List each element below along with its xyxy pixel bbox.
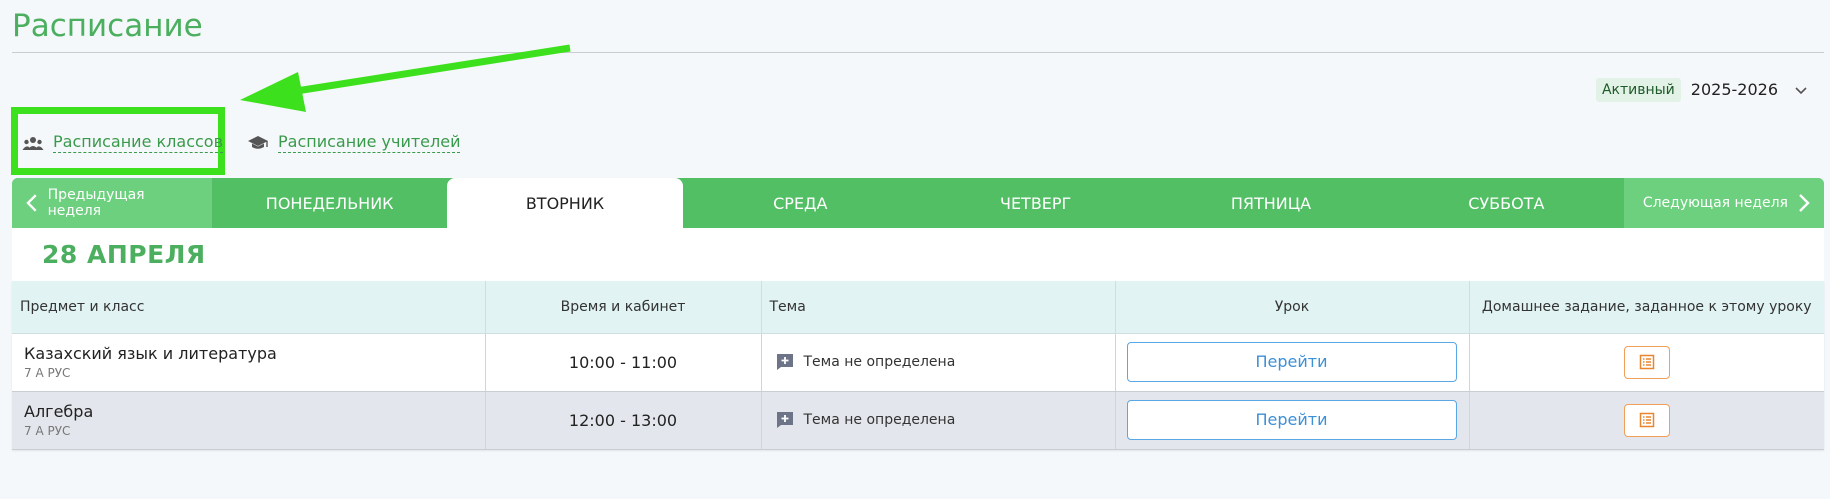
subject-name: Казахский язык и литература	[24, 344, 277, 363]
tab-friday[interactable]: ПЯТНИЦА	[1153, 178, 1388, 228]
subject-cell: Алгебра 7 А РУС	[12, 391, 486, 450]
column-header-subject: Предмет и класс	[12, 281, 486, 334]
homework-button[interactable]	[1623, 403, 1670, 437]
column-header-topic: Тема	[761, 281, 1116, 334]
next-week-button[interactable]: Следующая неделя	[1623, 178, 1824, 228]
tab-class-schedule[interactable]: Расписание классов	[22, 132, 224, 153]
table-row: Казахский язык и литература 7 А РУС 10:0…	[12, 333, 1824, 392]
chevron-down-icon[interactable]	[1794, 83, 1808, 97]
next-week-label: Следующая неделя	[1642, 195, 1788, 211]
time-cell: 10:00 - 11:00	[485, 333, 762, 392]
day-navigation-bar: Предыдущая неделя ПОНЕДЕЛЬНИК ВТОРНИК СР…	[12, 178, 1824, 228]
tab-teacher-schedule-label: Расписание учителей	[278, 132, 461, 153]
topic-text: Тема не определена	[803, 354, 956, 370]
tab-wednesday[interactable]: СРЕДА	[683, 178, 918, 228]
previous-week-button[interactable]: Предыдущая неделя	[12, 178, 212, 228]
tab-tuesday[interactable]: ВТОРНИК	[447, 178, 683, 228]
column-header-lesson: Урок	[1115, 281, 1470, 334]
tab-teacher-schedule[interactable]: Расписание учителей	[247, 132, 461, 153]
chevron-left-icon	[26, 194, 37, 212]
column-header-time: Время и кабинет	[485, 281, 762, 334]
year-selector[interactable]: Активный 2025-2026	[1595, 77, 1808, 102]
go-to-lesson-button[interactable]: Перейти	[1126, 400, 1457, 440]
topic-cell: Тема не определена	[761, 333, 1116, 392]
view-tabs: Расписание классов Расписание учителей	[22, 132, 484, 153]
homework-button[interactable]	[1623, 345, 1670, 379]
class-name: 7 А РУС	[24, 366, 71, 380]
year-value: 2025-2026	[1690, 80, 1778, 99]
annotation-arrow	[240, 44, 571, 112]
schedule-table: Предмет и класс Время и кабинет Тема Уро…	[12, 281, 1824, 450]
column-header-homework: Домашнее задание, заданное к этому уроку	[1469, 281, 1824, 334]
previous-week-label: Предыдущая неделя	[47, 187, 145, 219]
table-header-row: Предмет и класс Время и кабинет Тема Уро…	[12, 281, 1824, 334]
list-icon	[1639, 354, 1654, 370]
add-comment-icon[interactable]	[776, 353, 794, 371]
graduation-cap-icon	[248, 135, 269, 149]
topic-text: Тема не определена	[803, 412, 956, 428]
subject-name: Алгебра	[24, 402, 94, 421]
time-cell: 12:00 - 13:00	[485, 391, 762, 450]
add-comment-icon[interactable]	[776, 411, 794, 429]
tab-monday[interactable]: ПОНЕДЕЛЬНИК	[212, 178, 447, 228]
class-name: 7 А РУС	[24, 424, 71, 438]
homework-cell	[1469, 391, 1824, 450]
lesson-cell: Перейти	[1115, 333, 1470, 392]
homework-cell	[1469, 333, 1824, 392]
topic-cell: Тема не определена	[761, 391, 1116, 450]
date-label: 28 АПРЕЛЯ	[42, 240, 206, 269]
subject-cell: Казахский язык и литература 7 А РУС	[12, 333, 486, 392]
status-badge: Активный	[1595, 77, 1681, 102]
list-icon	[1639, 412, 1654, 428]
lesson-cell: Перейти	[1115, 391, 1470, 450]
go-to-lesson-button[interactable]: Перейти	[1126, 342, 1457, 382]
tab-thursday[interactable]: ЧЕТВЕРГ	[918, 178, 1153, 228]
page-title: Расписание	[12, 8, 203, 44]
table-row: Алгебра 7 А РУС 12:00 - 13:00 Тема не оп…	[12, 391, 1824, 450]
tab-class-schedule-label: Расписание классов	[53, 132, 224, 153]
users-icon	[22, 136, 44, 150]
date-header: 28 АПРЕЛЯ	[12, 228, 1824, 281]
chevron-right-icon	[1799, 194, 1810, 212]
tab-saturday[interactable]: СУББОТА	[1389, 178, 1624, 228]
